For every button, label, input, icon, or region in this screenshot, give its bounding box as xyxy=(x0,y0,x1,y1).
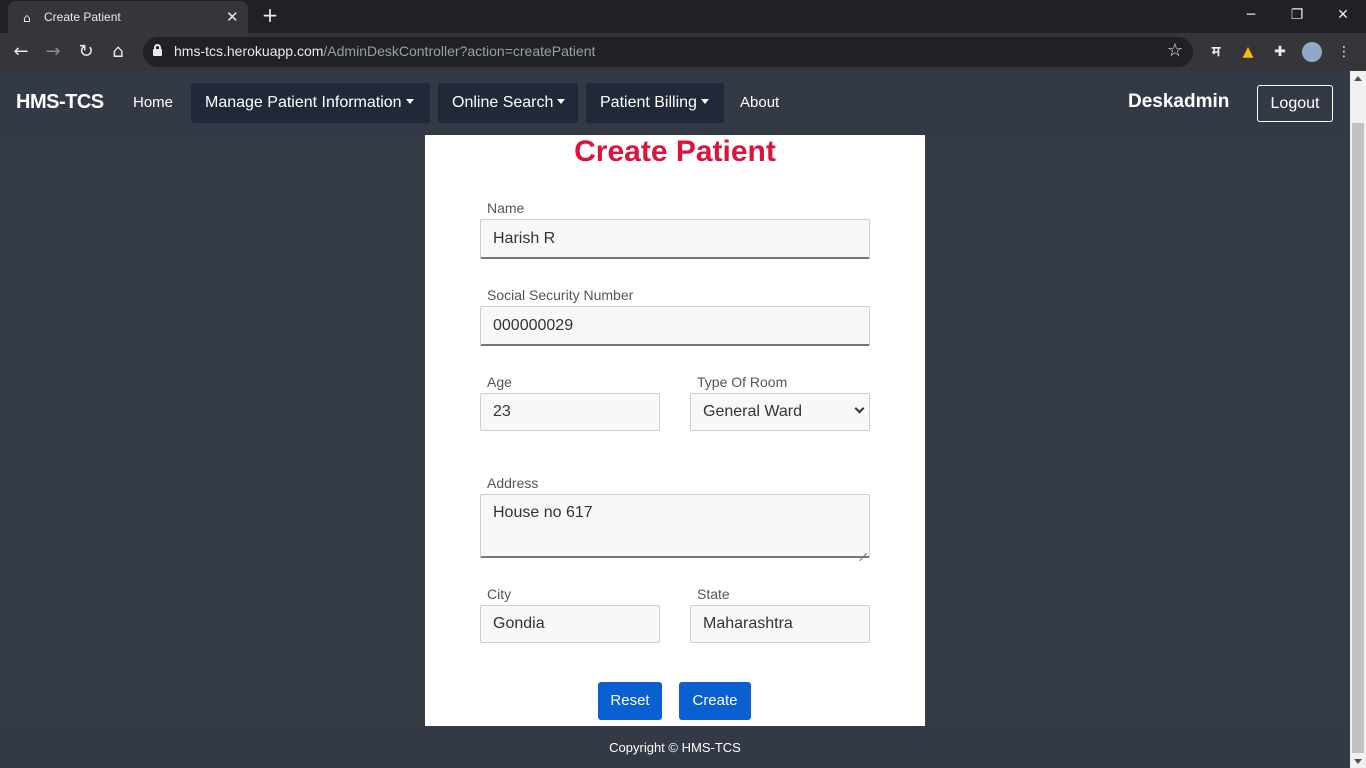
home-icon[interactable]: ⌂ xyxy=(106,40,130,64)
logout-button[interactable]: Logout xyxy=(1257,85,1333,122)
copyright-text: Copyright © HMS-TCS xyxy=(609,740,741,755)
home-favicon-icon: ⌂ xyxy=(23,11,31,25)
online-search-dropdown[interactable]: Online Search xyxy=(438,83,578,123)
caret-down-icon xyxy=(557,99,566,104)
url-text: hms-tcs.herokuapp.com/AdminDeskControlle… xyxy=(174,43,595,59)
create-patient-card: Create Patient Name Harish R Social Secu… xyxy=(425,135,925,726)
online-search-label: Online Search xyxy=(452,94,554,111)
profile-avatar[interactable] xyxy=(1302,42,1322,62)
puzzle-extensions-icon[interactable]: ✚ xyxy=(1270,42,1290,62)
caret-down-icon xyxy=(405,99,414,104)
address-bar[interactable]: hms-tcs.herokuapp.com/AdminDeskControlle… xyxy=(143,37,1193,67)
menu-dots-icon[interactable]: ⋮ xyxy=(1334,42,1354,62)
drive-extension-icon[interactable]: ▲ xyxy=(1238,42,1258,62)
caret-down-icon xyxy=(700,99,709,104)
username: Deskadmin xyxy=(1128,91,1230,112)
tab-title: Create Patient xyxy=(44,10,121,24)
brand-logo[interactable]: HMS-TCS xyxy=(16,91,104,114)
page-title: Create Patient xyxy=(574,135,776,168)
resize-grip-icon[interactable] xyxy=(859,546,867,554)
tab-close-icon[interactable]: ✕ xyxy=(226,8,239,26)
browser-tab-bar: ⌂ Create Patient ✕ + ─ ❐ ✕ xyxy=(0,0,1366,33)
site-navbar: HMS-TCS Home Manage Patient Information … xyxy=(0,71,1350,135)
hindi-extension-icon[interactable]: म xyxy=(1206,42,1226,62)
room-type-select[interactable]: General Ward xyxy=(690,393,870,431)
address-label: Address xyxy=(487,475,539,491)
restore-icon[interactable]: ❐ xyxy=(1282,4,1312,28)
name-input[interactable]: Harish R xyxy=(480,219,870,259)
browser-tab[interactable]: ⌂ Create Patient ✕ xyxy=(8,1,248,33)
forward-icon[interactable]: → xyxy=(41,40,65,64)
chevron-down-icon xyxy=(854,403,865,414)
patient-billing-dropdown[interactable]: Patient Billing xyxy=(586,83,724,123)
minimize-icon[interactable]: ─ xyxy=(1236,4,1266,28)
address-textarea[interactable]: House no 617 xyxy=(480,494,870,558)
city-label: City xyxy=(487,586,512,602)
scroll-down-icon[interactable] xyxy=(1354,759,1362,764)
back-icon[interactable]: ← xyxy=(9,40,33,64)
ssn-label: Social Security Number xyxy=(487,287,634,303)
scroll-up-icon[interactable] xyxy=(1354,76,1362,81)
nav-about-link[interactable]: About xyxy=(740,94,779,111)
manage-patient-dropdown[interactable]: Manage Patient Information xyxy=(191,83,430,123)
age-input[interactable]: 23 xyxy=(480,393,660,431)
ssn-input[interactable]: 000000029 xyxy=(480,306,870,346)
scrollbar-thumb[interactable] xyxy=(1352,123,1364,753)
city-input[interactable]: Gondia xyxy=(480,605,660,643)
url-path: /AdminDeskController?action=createPatien… xyxy=(323,43,596,59)
url-host: hms-tcs.herokuapp.com xyxy=(174,43,324,59)
age-label: Age xyxy=(487,374,512,390)
reset-button[interactable]: Reset xyxy=(598,682,662,720)
state-label: State xyxy=(697,586,730,602)
bookmark-star-icon[interactable]: ☆ xyxy=(1167,40,1183,61)
address-value: House no 617 xyxy=(493,504,593,521)
browser-toolbar: ← → ↻ ⌂ hms-tcs.herokuapp.com/AdminDeskC… xyxy=(0,33,1366,71)
state-input[interactable]: Maharashtra xyxy=(690,605,870,643)
name-label: Name xyxy=(487,200,525,216)
lock-icon xyxy=(153,44,162,56)
window-close-icon[interactable]: ✕ xyxy=(1328,4,1358,28)
room-type-label: Type Of Room xyxy=(697,374,788,390)
room-type-value: General Ward xyxy=(703,403,802,420)
manage-patient-label: Manage Patient Information xyxy=(205,94,402,111)
page-scrollbar[interactable] xyxy=(1350,71,1366,768)
patient-billing-label: Patient Billing xyxy=(600,94,697,111)
site-footer: Copyright © HMS-TCS xyxy=(0,726,1350,768)
reload-icon[interactable]: ↻ xyxy=(74,40,98,64)
nav-home-link[interactable]: Home xyxy=(133,94,173,111)
new-tab-icon[interactable]: + xyxy=(258,4,282,28)
create-button[interactable]: Create xyxy=(679,682,751,720)
